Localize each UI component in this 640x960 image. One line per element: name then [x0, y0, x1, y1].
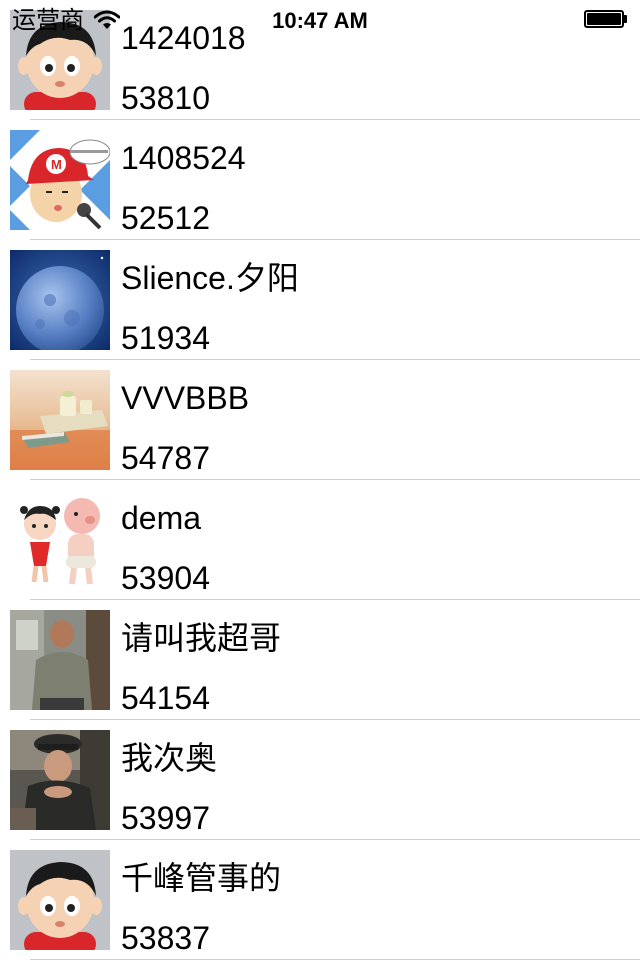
user-score: 52512: [121, 200, 210, 236]
list-item[interactable]: Slience.夕阳 51934: [0, 240, 640, 360]
cartoon-couple-avatar: [10, 490, 110, 590]
list-item[interactable]: 千峰管事的 53837: [0, 840, 640, 960]
user-list: 1424018 53810 M 1408524 52512 Slience.夕阳…: [0, 0, 640, 960]
user-score: 51934: [121, 320, 210, 356]
man-photo-avatar: [10, 610, 110, 710]
woman-in-cap-photo-avatar: [10, 730, 110, 830]
user-name: 请叫我超哥: [121, 620, 282, 656]
user-score: 53810: [121, 80, 210, 116]
svg-text:M: M: [51, 157, 62, 172]
cartoon-boy-avatar: [10, 850, 110, 950]
status-time: 10:47 AM: [272, 8, 368, 33]
user-score: 53837: [121, 920, 210, 956]
list-item[interactable]: 请叫我超哥 54154: [0, 600, 640, 720]
user-score: 54154: [121, 680, 210, 716]
battery-icon: [584, 10, 628, 30]
user-name: dema: [121, 500, 202, 536]
user-score: 53904: [121, 560, 210, 596]
user-score: 53997: [121, 800, 210, 836]
status-bar: 运营商 10:47 AM: [0, 0, 640, 40]
user-name: Slience.夕阳: [121, 260, 299, 296]
cartoon-mario-cap-avatar: M: [10, 130, 110, 230]
user-name: VVVBBB: [121, 380, 250, 416]
list-item[interactable]: M 1408524 52512: [0, 120, 640, 240]
list-item[interactable]: VVVBBB 54787: [0, 360, 640, 480]
user-name: 1408524: [121, 140, 246, 176]
tea-set-photo-avatar: [10, 370, 110, 470]
moon-avatar: [10, 250, 110, 350]
list-item[interactable]: dema 53904: [0, 480, 640, 600]
user-name: 千峰管事的: [121, 860, 282, 896]
user-score: 54787: [121, 440, 210, 476]
list-item[interactable]: 我次奥 53997: [0, 720, 640, 840]
user-name: 我次奥: [121, 740, 218, 776]
